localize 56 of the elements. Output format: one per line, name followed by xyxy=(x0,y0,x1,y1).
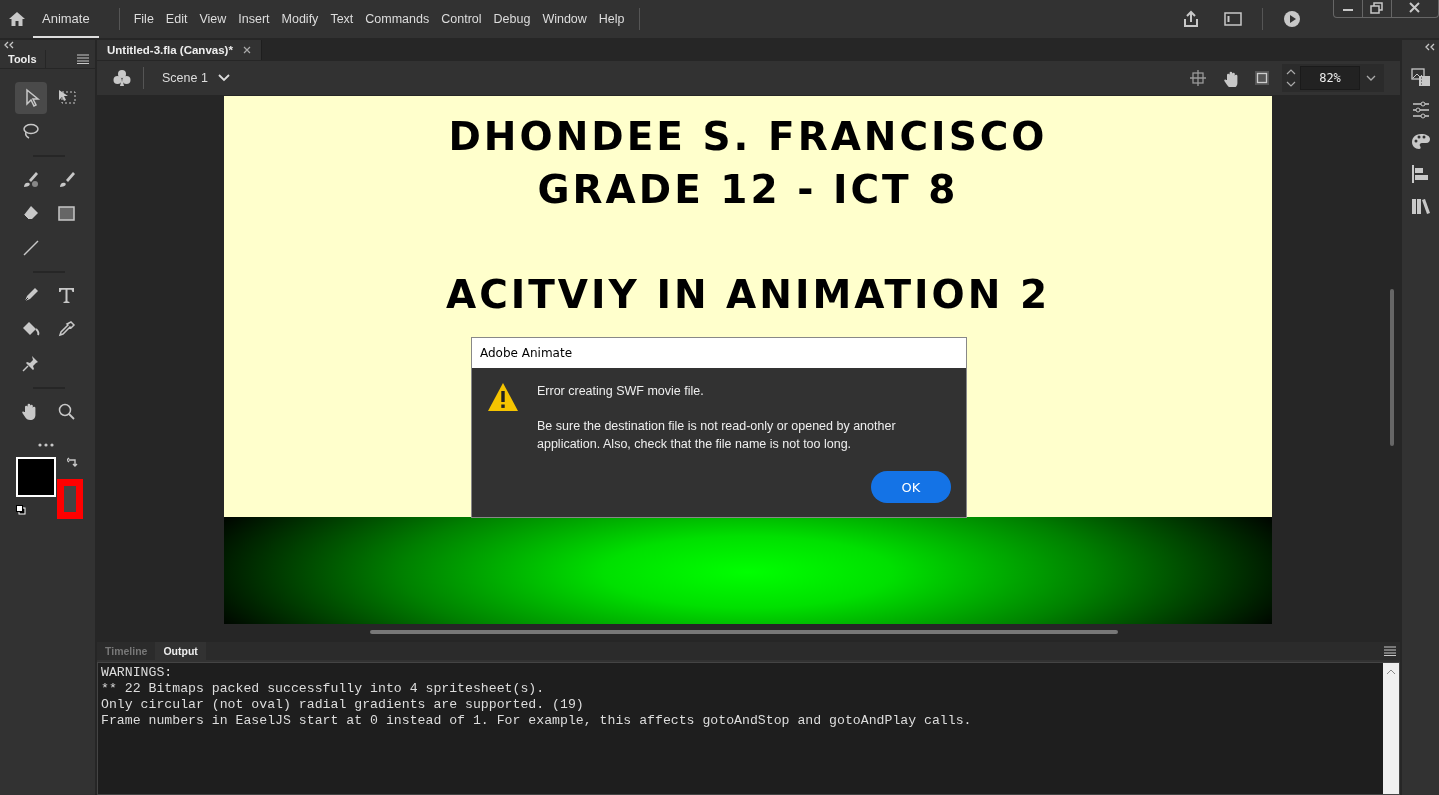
default-colors-icon[interactable] xyxy=(16,505,26,515)
share-icon[interactable] xyxy=(1182,10,1200,28)
app-name: Animate xyxy=(33,0,99,38)
library-media-icon[interactable] xyxy=(1410,68,1431,88)
clip-icon[interactable] xyxy=(1254,70,1270,86)
scroll-up-icon[interactable] xyxy=(1387,669,1395,674)
fill-color-swatch[interactable] xyxy=(16,457,56,497)
stepper-icon[interactable] xyxy=(1286,68,1296,88)
home-icon[interactable] xyxy=(8,10,26,28)
output-line: Frame numbers in EaselJS start at 0 instead of 1. For example, this affects gotoAndStop and gotoAndPlay calls. xyxy=(101,713,973,729)
play-icon[interactable] xyxy=(1283,10,1301,28)
menu-item[interactable]: Edit xyxy=(159,10,194,28)
menu-icon[interactable] xyxy=(77,54,89,64)
output-line: ** 22 Bitmaps packed successfully into 4 spritesheet(s). xyxy=(101,681,546,697)
output-line: Only circular (not oval) radial gradients are supported. (19) xyxy=(101,697,585,713)
collapse-icon[interactable] xyxy=(4,41,14,49)
menu-item[interactable]: Modify xyxy=(275,10,325,28)
collapse-icon[interactable] xyxy=(1425,43,1435,51)
stroke-color-swatch[interactable] xyxy=(57,479,83,519)
ok-button[interactable]: OK xyxy=(871,471,951,503)
menu-item[interactable]: File xyxy=(127,10,160,28)
menu-item[interactable]: Text xyxy=(324,10,360,28)
menu-item[interactable]: Insert xyxy=(232,10,276,28)
zoom-field[interactable]: 82% xyxy=(1300,66,1360,90)
panel-icon[interactable] xyxy=(1224,12,1242,26)
sliders-icon[interactable] xyxy=(1410,100,1431,120)
books-icon[interactable] xyxy=(1410,196,1431,216)
heading-text: DHONDEE S. FRANCISCO xyxy=(448,113,1048,161)
align-icon[interactable] xyxy=(1410,164,1431,184)
error-detail: Be sure the destination file is not read-only or opened by another application. Also, check that the file name is not too long. xyxy=(537,418,897,453)
menu-item[interactable]: Window xyxy=(536,10,593,28)
output-line: WARNINGS: xyxy=(101,665,174,681)
swap-icon[interactable] xyxy=(67,457,79,469)
more-icon[interactable] xyxy=(38,443,54,447)
menu-item[interactable]: Debug xyxy=(487,10,537,28)
chevron-down-icon[interactable] xyxy=(1366,75,1376,81)
crosshair-icon[interactable] xyxy=(1190,70,1206,86)
palette-icon[interactable] xyxy=(1410,132,1431,152)
menu-item[interactable]: Commands xyxy=(359,10,436,28)
menu-item[interactable]: Control xyxy=(435,10,488,28)
symbol-icon[interactable] xyxy=(113,69,131,87)
panel-tab[interactable]: Output xyxy=(155,642,206,660)
scrollbar-thumb[interactable] xyxy=(370,630,1118,634)
scrollbar-thumb[interactable] xyxy=(1390,289,1394,446)
document-tab[interactable]: Untitled-3.fla (Canvas)* xyxy=(97,40,262,60)
scene-label: Scene 1 xyxy=(161,71,209,85)
warning-icon xyxy=(487,382,519,412)
menu-icon[interactable] xyxy=(1384,646,1396,656)
menu-item[interactable]: View xyxy=(193,10,233,28)
heading-text: GRADE 12 - ICT 8 xyxy=(537,166,959,214)
subtitle-text: ACITVIY IN ANIMATION 2 xyxy=(445,271,1051,319)
dialog-title: Adobe Animate xyxy=(472,338,966,368)
error-message: Error creating SWF movie file. xyxy=(537,383,705,400)
menu-item[interactable]: Help xyxy=(592,10,631,28)
close-icon[interactable] xyxy=(242,46,251,54)
selection-tool[interactable] xyxy=(15,82,47,114)
